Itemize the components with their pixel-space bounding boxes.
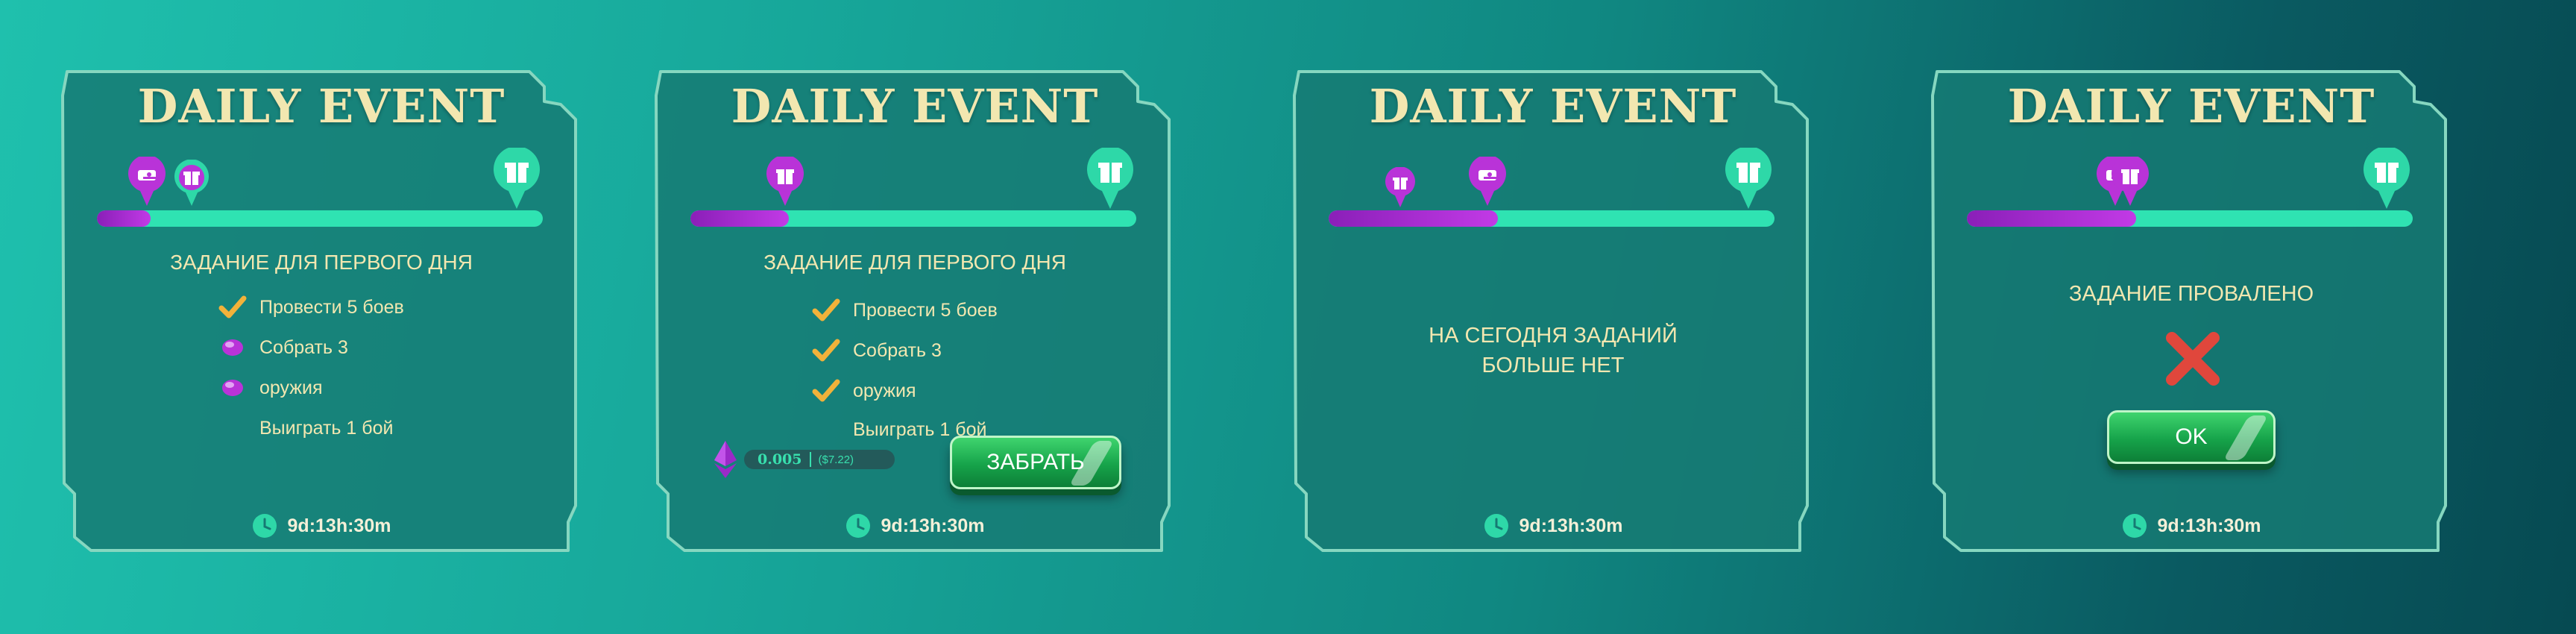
gift-icon [494,148,540,209]
gift-marker-final [1086,148,1135,210]
message-line-1: НА СЕГОДНЯ ЗАДАНИЙ [1429,324,1678,348]
reward-pill: 0.005 ($7.22) [744,450,895,469]
daily-event-panel-2: DAILY EVENT ЗАДАНИЕ ДЛЯ ПЕРВОГО ДНЯ Пров… [647,66,1182,561]
no-tasks-message: НА СЕГОДНЯ ЗАДАНИЙ БОЛЬШЕ НЕТ [1285,321,1821,380]
task-row: оружия [811,376,916,406]
claim-button-label: ЗАБРАТЬ [986,450,1085,474]
timer: 9d:13h:30m [1924,513,2459,539]
daily-event-panel-1: DAILY EVENT ЗАДАНИЕ ДЛЯ ПЕРВОГО ДНЯ Пров… [54,66,589,561]
monster-icon [1469,157,1506,206]
task-label: оружия [853,380,916,401]
progress-track [690,210,1136,227]
monster-marker [127,157,167,207]
gift-marker-small [173,160,210,207]
panel-frame [1931,70,2447,552]
gift-icon [1087,148,1133,209]
monster-marker [1467,157,1508,207]
clock-icon [252,514,277,538]
checkmark-icon [811,295,841,325]
clock-icon [2122,514,2147,538]
gift-icon [2364,148,2410,209]
timer-text: 9d:13h:30m [1519,515,1623,536]
daily-event-panel-3: DAILY EVENT НА СЕГОДНЯ ЗАДАНИЙ БОЛЬШЕ НЕ… [1285,66,1821,561]
timer-text: 9d:13h:30m [881,515,985,536]
task-label: Собрать 3 [259,336,348,358]
gift-icon [174,160,209,206]
gift-marker-small [2110,157,2150,207]
gift-icon [1385,167,1415,207]
progress-track [97,210,543,227]
gift-icon [2111,157,2149,206]
claim-button[interactable]: ЗАБРАТЬ [950,436,1121,489]
progress-fill [1329,210,1499,227]
timer-text: 9d:13h:30m [287,515,391,536]
task-row: Выиграть 1 бой [218,413,393,443]
gift-icon [1725,148,1772,209]
task-title: ЗАДАНИЕ ДЛЯ ПЕРВОГО ДНЯ [170,251,473,274]
message-line-2: БОЛЬШЕ НЕТ [1481,354,1625,377]
timer: 9d:13h:30m [54,513,589,539]
timer: 9d:13h:30m [1285,513,1821,539]
task-row: Собрать 3 [218,333,348,362]
task-failed-message: ЗАДАНИЕ ПРОВАЛЕНО [2068,282,2314,306]
task-row: Провести 5 боев [218,292,404,322]
daily-event-panel-4: DAILY EVENT ЗАДАНИЕ ПРОВАЛЕНО OK 9d:13h:… [1924,66,2459,561]
reward-amount: 0.005 [758,451,802,468]
ok-button[interactable]: OK [2107,410,2276,464]
panel-title: DAILY EVENT [1369,79,1737,134]
gift-marker-small [1384,167,1417,209]
cross-icon [2166,332,2220,386]
panel-frame [1293,70,1809,552]
ethereum-icon [714,441,737,478]
reward-usd: ($7.22) [818,453,854,466]
task-label: Собрать 3 [853,339,942,361]
progress-fill [97,210,151,227]
progress-fill [1967,210,2137,227]
timer: 9d:13h:30m [647,513,1182,539]
gift-marker-final [2362,148,2411,210]
monster-icon [128,157,166,206]
gift-marker-final [492,148,541,210]
task-row: Провести 5 боев [811,295,998,325]
task-title: ЗАДАНИЕ ДЛЯ ПЕРВОГО ДНЯ [763,251,1066,274]
task-label: оружия [259,377,323,398]
checkmark-icon [218,292,248,322]
checkmark-icon [811,336,841,365]
task-label: Провести 5 боев [259,296,404,318]
task-label: Провести 5 боев [853,299,998,321]
ok-button-label: OK [2175,424,2208,449]
gift-icon [766,157,804,206]
reward-display: 0.005 ($7.22) [714,441,895,478]
purple-gem-icon [218,373,248,403]
progress-track [1329,210,1774,227]
task-label: Выиграть 1 бой [259,417,394,439]
progress-fill [690,210,789,227]
checkmark-icon [811,376,841,406]
progress-track [1967,210,2413,227]
gift-marker-final [1724,148,1773,210]
task-row: Собрать 3 [811,336,942,365]
panel-title: DAILY EVENT [2007,79,2375,134]
panel-title: DAILY EVENT [731,79,1099,134]
panel-title: DAILY EVENT [137,79,506,134]
clock-icon [845,514,870,538]
gift-marker-small [765,157,805,207]
purple-gem-icon [218,333,248,362]
task-row: оружия [218,373,323,403]
clock-icon [1484,514,1508,538]
timer-text: 9d:13h:30m [2157,515,2261,536]
